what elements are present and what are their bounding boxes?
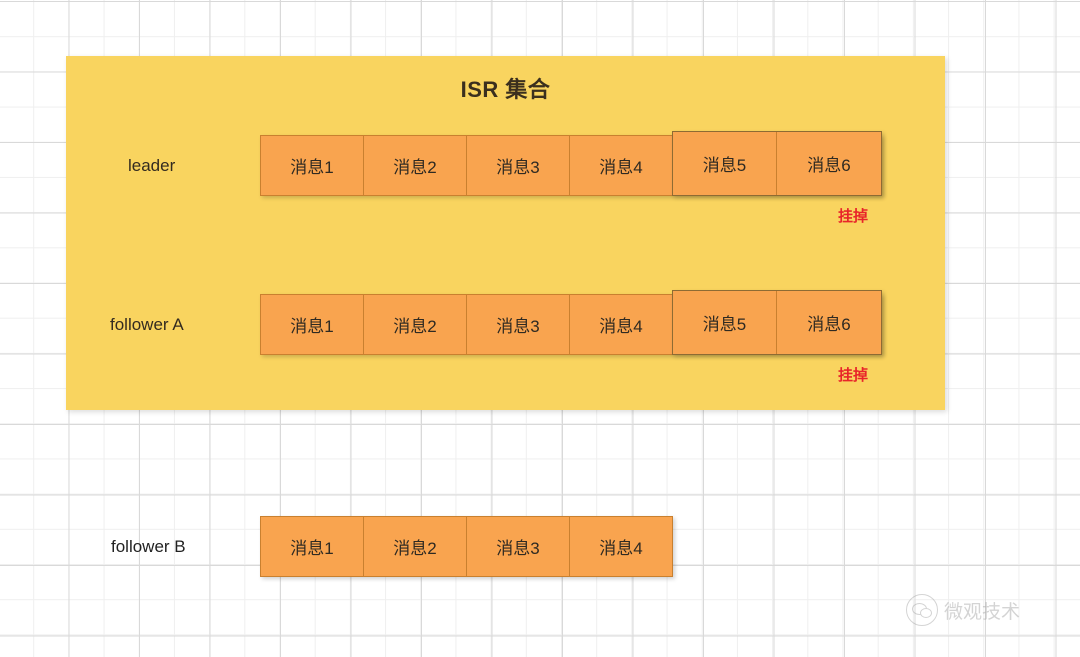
message-group-unreplicated: 消息5 消息6 xyxy=(672,131,882,196)
row-label-follower-a: follower A xyxy=(110,315,184,334)
message-box: 消息1 xyxy=(260,516,364,577)
watermark: 微观技术 xyxy=(906,594,1020,626)
crash-label-leader: 挂掉 xyxy=(838,208,869,225)
message-box: 消息1 xyxy=(260,294,364,355)
message-box: 消息6 xyxy=(777,132,881,195)
message-strip-leader: 消息1 消息2 消息3 消息4 消息5 消息6 xyxy=(260,131,882,196)
message-box: 消息3 xyxy=(466,294,570,355)
message-box: 消息2 xyxy=(363,516,467,577)
row-label-leader: leader xyxy=(128,156,176,175)
message-box: 消息4 xyxy=(569,516,673,577)
isr-set-title: ISR 集合 xyxy=(460,77,551,102)
watermark-text: 微观技术 xyxy=(944,600,1021,623)
message-box: 消息3 xyxy=(466,135,570,196)
isr-set-panel: ISR 集合 xyxy=(66,56,945,410)
message-box: 消息4 xyxy=(569,294,673,355)
message-box: 消息5 xyxy=(673,291,777,354)
message-box: 消息2 xyxy=(363,135,467,196)
message-group-unreplicated: 消息5 消息6 xyxy=(672,290,882,355)
wechat-icon xyxy=(906,594,938,626)
message-box: 消息3 xyxy=(466,516,570,577)
message-box: 消息5 xyxy=(673,132,777,195)
message-box: 消息2 xyxy=(363,294,467,355)
crash-label-follower-a: 挂掉 xyxy=(838,367,869,384)
message-box: 消息1 xyxy=(260,135,364,196)
row-label-follower-b: follower B xyxy=(111,537,186,556)
message-strip-follower-b: 消息1 消息2 消息3 消息4 xyxy=(260,516,673,577)
message-box: 消息6 xyxy=(777,291,881,354)
message-box: 消息4 xyxy=(569,135,673,196)
diagram-canvas: ISR 集合 leader 消息1 消息2 消息3 消息4 消息5 消息6 挂掉… xyxy=(0,0,1080,657)
message-strip-follower-a: 消息1 消息2 消息3 消息4 消息5 消息6 xyxy=(260,290,882,355)
